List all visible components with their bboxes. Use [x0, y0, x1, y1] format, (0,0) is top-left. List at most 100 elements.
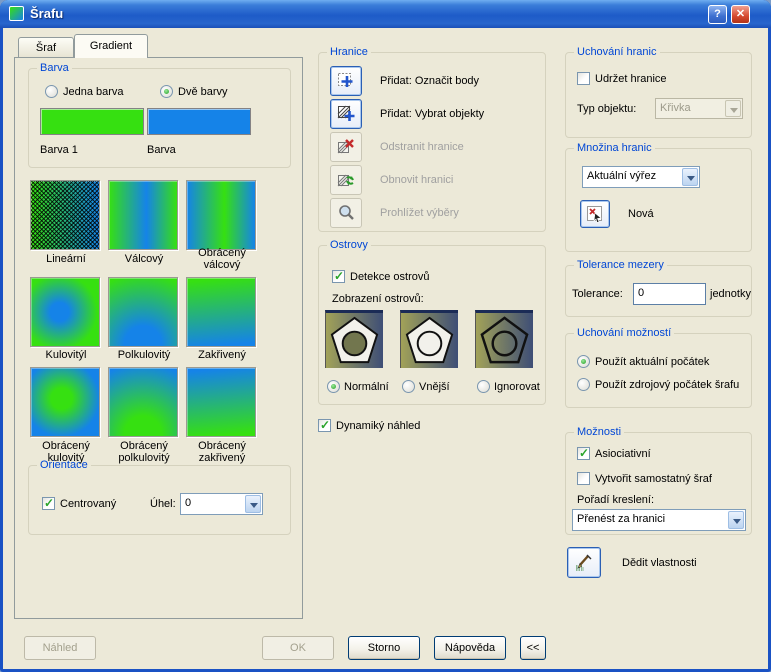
tile-label: Obrácený kulovitý — [26, 440, 106, 464]
angle-combobox[interactable]: 0 — [180, 493, 263, 515]
draw-order-label: Pořadí kreslení: — [577, 494, 654, 506]
tile-label: Obrácený polkulovitý — [104, 440, 184, 464]
island-outer-label: Vnější — [419, 381, 450, 393]
island-outer-radio[interactable] — [402, 380, 415, 393]
help-button[interactable]: Nápověda — [434, 636, 506, 660]
centered-label: Centrovaný — [60, 498, 116, 510]
recreate-boundary-icon — [337, 171, 355, 189]
tile-label: Kulovitýl — [26, 349, 106, 361]
island-detection-checkbox[interactable] — [332, 270, 345, 283]
object-type-label: Typ objektu: — [577, 103, 636, 115]
two-colors-radio[interactable] — [160, 85, 173, 98]
cancel-button[interactable]: Storno — [348, 636, 420, 660]
tile-inverted-curved[interactable] — [186, 367, 256, 437]
island-ignore-image[interactable] — [475, 310, 533, 368]
object-type-combobox: Křivka — [655, 98, 743, 119]
chevron-down-icon[interactable] — [245, 495, 261, 513]
view-selections-label: Prohlížet výběry — [380, 207, 459, 219]
one-color-radio[interactable] — [45, 85, 58, 98]
island-ignore-label: Ignorovat — [494, 381, 540, 393]
tile-inverted-spherical[interactable] — [30, 367, 100, 437]
tile-linear[interactable] — [30, 180, 100, 250]
add-pick-points-button[interactable] — [330, 66, 362, 96]
color1-swatch[interactable] — [40, 108, 144, 135]
remove-boundaries-icon — [337, 138, 355, 156]
add-select-objects-label: Přidat: Vybrat objekty — [380, 108, 484, 120]
gap-tolerance-group-title: Tolerance mezery — [574, 259, 667, 271]
preview-button: Náhled — [24, 636, 96, 660]
close-icon[interactable]: ✕ — [731, 5, 750, 24]
one-color-label: Jedna barva — [63, 86, 124, 98]
draw-order-combobox[interactable]: Přenést za hranici — [572, 509, 746, 531]
boundary-set-value: Aktuální výřez — [587, 170, 656, 182]
boundary-set-combobox[interactable]: Aktuální výřez — [582, 166, 700, 188]
associative-checkbox[interactable] — [577, 447, 590, 460]
chevron-down-icon[interactable] — [728, 511, 744, 529]
island-ignore-radio[interactable] — [477, 380, 490, 393]
tile-inverted-hemispherical[interactable] — [108, 367, 178, 437]
island-normal-radio[interactable] — [327, 380, 340, 393]
tile-cylinder[interactable] — [108, 180, 178, 250]
recreate-boundary-button — [330, 165, 362, 195]
tile-label: Zakřivený — [182, 349, 262, 361]
retain-boundaries-group: Uchování hranic — [565, 52, 752, 138]
island-normal-icon — [326, 313, 383, 370]
tile-label: Lineární — [26, 253, 106, 265]
tile-label: Válcový — [104, 253, 184, 265]
centered-checkbox[interactable] — [42, 497, 55, 510]
title-bar[interactable]: Šrafu ? ✕ — [0, 0, 771, 28]
use-current-origin-radio[interactable] — [577, 355, 590, 368]
angle-label: Úhel: — [150, 498, 176, 510]
remove-boundaries-label: Odstranit hranice — [380, 141, 464, 153]
tolerance-input[interactable]: 0 — [633, 283, 706, 305]
use-source-origin-radio[interactable] — [577, 378, 590, 391]
chevron-down-icon[interactable] — [682, 168, 698, 186]
island-detection-label: Detekce ostrovů — [350, 271, 429, 283]
color2-swatch[interactable] — [147, 108, 251, 135]
tab-gradient[interactable]: Gradient — [74, 34, 148, 58]
remove-boundaries-button — [330, 132, 362, 162]
separate-hatch-checkbox[interactable] — [577, 472, 590, 485]
tile-curved[interactable] — [186, 277, 256, 347]
color1-label: Barva 1 — [40, 144, 78, 156]
two-colors-label: Dvě barvy — [178, 86, 228, 98]
retain-boundaries-label: Udržet hranice — [595, 73, 667, 85]
island-outer-icon — [401, 313, 458, 370]
new-selection-icon — [586, 205, 604, 223]
angle-value: 0 — [185, 497, 191, 509]
island-display-label: Zobrazení ostrovů: — [332, 293, 424, 305]
help-icon[interactable]: ? — [708, 5, 727, 24]
island-normal-image[interactable] — [325, 310, 383, 368]
retain-boundaries-checkbox[interactable] — [577, 72, 590, 85]
options-group-title: Možnosti — [574, 426, 624, 438]
new-boundary-set-button[interactable] — [580, 200, 610, 228]
collapse-button[interactable]: << — [520, 636, 546, 660]
color2-label: Barva — [147, 144, 176, 156]
use-current-origin-label: Použít aktuální počátek — [595, 356, 709, 368]
separate-hatch-label: Vytvořit samostatný šraf — [595, 473, 712, 485]
islands-group-title: Ostrovy — [327, 239, 371, 251]
tile-inverted-cylinder[interactable] — [186, 180, 256, 250]
add-select-objects-button[interactable] — [330, 99, 362, 129]
tab-sraf[interactable]: Šraf — [18, 37, 74, 58]
inherit-properties-label: Dědit vlastnosti — [622, 557, 697, 569]
window-title: Šrafu — [30, 6, 63, 21]
new-boundary-set-label: Nová — [628, 208, 654, 220]
tile-label: Obrácený válcový — [182, 247, 262, 271]
tolerance-units-label: jednotky — [710, 288, 751, 300]
inherit-properties-button[interactable] — [567, 547, 601, 578]
tile-hemispherical[interactable] — [108, 277, 178, 347]
tile-spherical[interactable] — [30, 277, 100, 347]
boundary-group-title: Hranice — [327, 46, 371, 58]
magnifier-icon — [337, 204, 355, 222]
inherit-properties-icon — [574, 553, 594, 573]
recreate-boundary-label: Obnovit hranici — [380, 174, 453, 186]
origin-group-title: Uchování možností — [574, 327, 674, 339]
associative-label: Asiociativní — [595, 448, 651, 460]
app-icon — [9, 6, 24, 21]
chevron-down-icon — [725, 100, 741, 117]
island-normal-label: Normální — [344, 381, 389, 393]
dynamic-preview-checkbox[interactable] — [318, 419, 331, 432]
ok-button: OK — [262, 636, 334, 660]
island-outer-image[interactable] — [400, 310, 458, 368]
